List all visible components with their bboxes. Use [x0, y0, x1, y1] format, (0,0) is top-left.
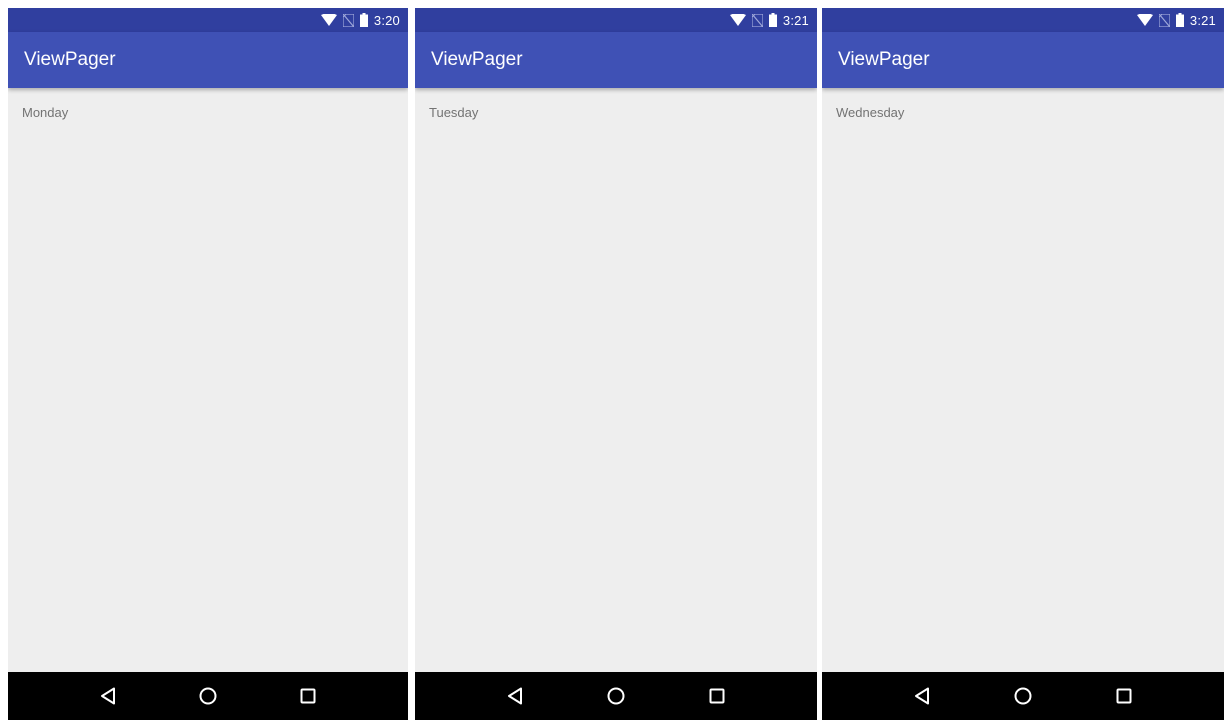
app-bar: ViewPager — [822, 32, 1224, 88]
status-bar: 3:20 — [8, 8, 408, 32]
phone-screen-tuesday: 3:21 ViewPager Tuesday — [415, 8, 817, 720]
battery-icon — [768, 13, 777, 27]
no-sim-icon — [1158, 13, 1170, 27]
home-icon — [199, 687, 217, 705]
page-label: Wednesday — [836, 105, 905, 120]
phone-screen-monday: 3:20 ViewPager Monday — [8, 8, 408, 720]
app-bar: ViewPager — [415, 32, 817, 88]
wifi-icon — [1136, 14, 1153, 26]
back-icon — [508, 687, 523, 705]
recents-icon — [300, 688, 316, 704]
status-time: 3:21 — [1189, 12, 1216, 28]
status-bar: 3:21 — [822, 8, 1224, 32]
back-icon — [915, 687, 930, 705]
app-bar: ViewPager — [8, 32, 408, 88]
status-time: 3:20 — [373, 12, 400, 28]
no-sim-icon — [751, 13, 763, 27]
screenshot-canvas: 3:20 ViewPager Monday 3:21 ViewPager Tue… — [0, 0, 1232, 726]
battery-icon — [1175, 13, 1184, 27]
back-icon — [101, 687, 115, 705]
phone-screen-wednesday: 3:21 ViewPager Wednesday — [822, 8, 1224, 720]
wifi-icon — [729, 14, 746, 26]
app-title: ViewPager — [24, 49, 116, 70]
page-label: Tuesday — [429, 105, 479, 120]
recents-icon — [709, 688, 725, 704]
recents-button[interactable] — [697, 676, 737, 716]
view-pager-page[interactable]: Tuesday — [415, 88, 817, 672]
home-icon — [1014, 687, 1032, 705]
back-button[interactable] — [902, 676, 942, 716]
recents-button[interactable] — [288, 676, 328, 716]
wifi-icon — [320, 14, 337, 26]
status-time: 3:21 — [782, 12, 809, 28]
view-pager-page[interactable]: Wednesday — [822, 88, 1224, 672]
view-pager-page[interactable]: Monday — [8, 88, 408, 672]
navigation-bar — [415, 672, 817, 720]
recents-icon — [1116, 688, 1132, 704]
navigation-bar — [822, 672, 1224, 720]
back-button[interactable] — [495, 676, 535, 716]
battery-icon — [359, 13, 368, 27]
navigation-bar — [8, 672, 408, 720]
home-icon — [607, 687, 625, 705]
status-bar: 3:21 — [415, 8, 817, 32]
app-title: ViewPager — [431, 49, 523, 70]
home-button[interactable] — [188, 676, 228, 716]
back-button[interactable] — [88, 676, 128, 716]
no-sim-icon — [342, 13, 354, 27]
home-button[interactable] — [596, 676, 636, 716]
app-title: ViewPager — [838, 49, 930, 70]
home-button[interactable] — [1003, 676, 1043, 716]
recents-button[interactable] — [1104, 676, 1144, 716]
page-label: Monday — [22, 105, 69, 120]
